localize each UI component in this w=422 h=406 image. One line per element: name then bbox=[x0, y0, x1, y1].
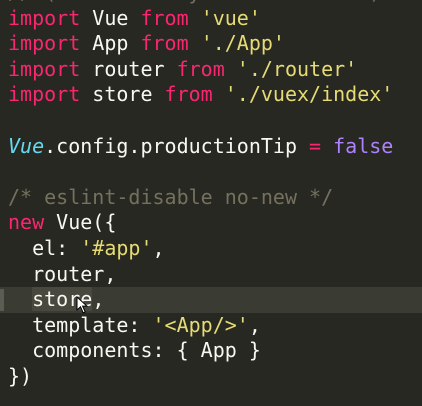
code-token: 'vue' bbox=[200, 5, 261, 30]
code-token: }) bbox=[8, 363, 33, 388]
code-token: .config.productionTip bbox=[44, 133, 310, 158]
code-token: , bbox=[152, 235, 165, 260]
code-token: from bbox=[176, 56, 225, 81]
code-token: // (runtime-only or standalone) has bbox=[8, 0, 422, 4]
code-token: router, bbox=[8, 261, 117, 286]
code-token: from bbox=[164, 82, 213, 107]
code-token: import bbox=[8, 31, 81, 56]
code-lines-container[interactable]: // (runtime-only or standalone) hasimpor… bbox=[0, 0, 422, 390]
code-token: '#app' bbox=[80, 235, 153, 260]
code-token: false bbox=[333, 133, 394, 158]
code-token: import bbox=[8, 5, 81, 30]
code-line[interactable] bbox=[0, 108, 422, 134]
code-token: /* eslint-disable no-new */ bbox=[8, 184, 334, 209]
code-token: , bbox=[248, 312, 261, 337]
code-token: App bbox=[80, 31, 141, 56]
code-token: el: bbox=[8, 235, 81, 260]
code-token: router bbox=[80, 56, 177, 81]
code-editor[interactable]: // (runtime-only or standalone) hasimpor… bbox=[0, 0, 422, 406]
code-line[interactable]: components: { App } bbox=[0, 338, 422, 364]
code-token: '<App/>' bbox=[152, 312, 249, 337]
code-line[interactable]: }) bbox=[0, 364, 422, 390]
code-line[interactable]: import store from './vuex/index' bbox=[0, 82, 422, 108]
code-token: store bbox=[80, 82, 165, 107]
code-line[interactable]: store, bbox=[0, 287, 422, 313]
code-token: Vue bbox=[8, 133, 45, 158]
code-line[interactable]: import App from './App' bbox=[0, 31, 422, 57]
code-line[interactable]: el: '#app', bbox=[0, 236, 422, 262]
code-line[interactable]: /* eslint-disable no-new */ bbox=[0, 185, 422, 211]
code-token: Vue bbox=[80, 5, 141, 30]
code-token: , bbox=[92, 287, 105, 312]
active-line-marker bbox=[0, 289, 4, 312]
mouse-pointer-icon bbox=[76, 296, 88, 314]
code-token: = bbox=[309, 133, 322, 158]
code-token: import bbox=[8, 56, 81, 81]
code-token: './router' bbox=[236, 56, 358, 81]
code-token: import bbox=[8, 82, 81, 107]
code-line[interactable]: import Vue from 'vue' bbox=[0, 6, 422, 32]
code-token: from bbox=[140, 31, 189, 56]
code-token: from bbox=[140, 5, 189, 30]
code-line[interactable]: Vue.config.productionTip = false bbox=[0, 134, 422, 160]
code-token: './vuex/index' bbox=[224, 82, 394, 107]
code-token: template: bbox=[8, 312, 153, 337]
code-token: './App' bbox=[200, 31, 285, 56]
code-token: Vue({ bbox=[44, 210, 117, 235]
code-line[interactable] bbox=[0, 159, 422, 185]
code-line[interactable]: import router from './router' bbox=[0, 57, 422, 83]
code-line[interactable]: router, bbox=[0, 262, 422, 288]
code-line[interactable]: new Vue({ bbox=[0, 210, 422, 236]
code-token: new bbox=[8, 210, 45, 235]
code-line[interactable]: template: '<App/>', bbox=[0, 313, 422, 339]
code-token: components: { App } bbox=[8, 338, 261, 363]
